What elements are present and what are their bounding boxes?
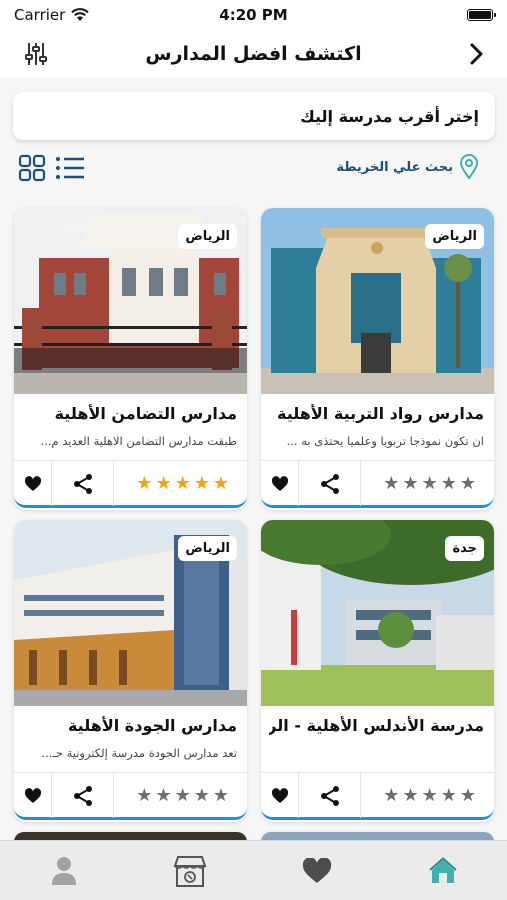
school-card[interactable]: الرياض مدارس رواد التربية الأهلية ان تكو… xyxy=(261,208,494,510)
favorite-button[interactable] xyxy=(261,773,299,818)
school-name: مدرسة الأندلس الأهلية - الر... xyxy=(269,716,484,735)
page-title: اكتشف افضل المدارس xyxy=(145,43,362,65)
map-pin-icon xyxy=(459,154,479,180)
share-button[interactable] xyxy=(52,773,114,818)
city-badge: الرياض xyxy=(178,536,237,561)
star-icon: ★ xyxy=(212,473,229,494)
city-badge: الرياض xyxy=(178,224,237,249)
store-icon xyxy=(173,856,207,887)
heart-icon xyxy=(271,475,288,491)
star-icon: ★ xyxy=(155,785,172,806)
carrier-info: Carrier xyxy=(14,6,90,24)
tab-profile[interactable] xyxy=(34,841,94,900)
school-description: طبقت مدارس التضامن الاهلية العديد م... xyxy=(40,434,237,448)
school-name: مدارس التضامن الأهلية xyxy=(54,404,237,423)
card-actions: ★ ★ ★ ★ ★ xyxy=(261,772,494,820)
favorite-button[interactable] xyxy=(261,461,299,506)
share-icon xyxy=(73,473,92,494)
star-icon: ★ xyxy=(421,785,438,806)
share-icon xyxy=(320,473,339,494)
chevron-right-icon xyxy=(470,43,483,65)
search-placeholder: إختر أقرب مدرسة إليك xyxy=(300,106,479,126)
user-icon xyxy=(52,857,76,885)
star-icon: ★ xyxy=(402,473,419,494)
heart-icon xyxy=(302,858,332,883)
share-icon xyxy=(73,785,92,806)
share-button[interactable] xyxy=(299,461,361,506)
star-icon: ★ xyxy=(212,785,229,806)
favorite-button[interactable] xyxy=(14,461,52,506)
star-icon: ★ xyxy=(174,473,191,494)
star-icon: ★ xyxy=(155,473,172,494)
tab-store[interactable] xyxy=(160,841,220,900)
map-search-label: بحث علي الخريطة xyxy=(336,159,453,175)
list-view-icon xyxy=(56,157,84,179)
grid-view-button[interactable] xyxy=(18,154,46,182)
carrier-label: Carrier xyxy=(14,6,66,24)
card-actions: ★ ★ ★ ★ ★ xyxy=(14,772,247,820)
star-icon: ★ xyxy=(174,785,191,806)
list-view-button[interactable] xyxy=(55,154,85,182)
star-icon: ★ xyxy=(440,473,457,494)
star-icon: ★ xyxy=(193,785,210,806)
star-icon: ★ xyxy=(383,785,400,806)
school-card[interactable]: الرياض مدارس التضامن الأهلية طبقت مدارس … xyxy=(14,208,247,510)
city-badge: جدة xyxy=(445,536,484,561)
star-icon: ★ xyxy=(459,785,476,806)
school-card[interactable]: الرياض مدارس الجودة الأهلية تعد مدارس ال… xyxy=(14,520,247,822)
share-button[interactable] xyxy=(299,773,361,818)
share-button[interactable] xyxy=(52,461,114,506)
city-badge: الرياض xyxy=(425,224,484,249)
heart-icon xyxy=(24,787,41,803)
map-search-link[interactable]: بحث علي الخريطة xyxy=(336,154,479,180)
star-icon: ★ xyxy=(193,473,210,494)
card-actions: ★ ★ ★ ★ ★ xyxy=(14,460,247,508)
home-icon xyxy=(429,857,457,883)
star-icon: ★ xyxy=(383,473,400,494)
battery-icon xyxy=(467,9,496,21)
school-name: مدارس الجودة الأهلية xyxy=(67,716,237,735)
star-icon: ★ xyxy=(136,785,153,806)
star-icon: ★ xyxy=(402,785,419,806)
nav-bar: اكتشف افضل المدارس xyxy=(0,30,507,78)
rating-stars: ★ ★ ★ ★ ★ xyxy=(383,473,476,494)
sliders-icon xyxy=(25,43,47,65)
star-icon: ★ xyxy=(421,473,438,494)
card-actions: ★ ★ ★ ★ ★ xyxy=(261,460,494,508)
view-toolbar: بحث علي الخريطة xyxy=(0,150,507,186)
wifi-icon xyxy=(71,8,90,21)
star-icon: ★ xyxy=(136,473,153,494)
favorite-button[interactable] xyxy=(14,773,52,818)
rating-stars: ★ ★ ★ ★ ★ xyxy=(383,785,476,806)
star-icon: ★ xyxy=(459,473,476,494)
heart-icon xyxy=(271,787,288,803)
back-button[interactable] xyxy=(461,39,491,69)
school-name: مدارس رواد التربية الأهلية xyxy=(277,404,484,423)
filter-button[interactable] xyxy=(22,40,50,68)
heart-icon xyxy=(24,475,41,491)
status-bar: Carrier 4:20 PM xyxy=(0,0,507,30)
rating-stars: ★ ★ ★ ★ ★ xyxy=(136,473,229,494)
school-description: تعد مدارس الجودة مدرسة إلكترونية حـ... xyxy=(41,746,237,760)
tab-home[interactable] xyxy=(413,841,473,900)
school-card[interactable]: جدة مدرسة الأندلس الأهلية - الر... ★ ★ ★ ★ ★ xyxy=(261,520,494,822)
rating-stars: ★ ★ ★ ★ ★ xyxy=(136,785,229,806)
school-description: ان تكون نموذجا تربويا وعلميا يحتذى به ..… xyxy=(286,434,484,448)
search-field[interactable]: إختر أقرب مدرسة إليك xyxy=(13,92,495,140)
tab-bar xyxy=(0,840,507,900)
grid-view-icon xyxy=(18,154,46,182)
star-icon: ★ xyxy=(440,785,457,806)
tab-favorites[interactable] xyxy=(287,841,347,900)
share-icon xyxy=(320,785,339,806)
